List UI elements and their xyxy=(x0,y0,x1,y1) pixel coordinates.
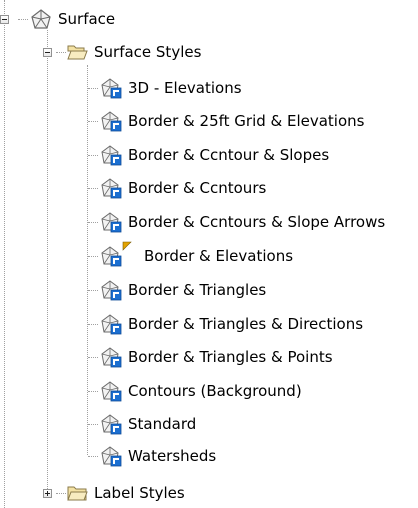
surface-icon xyxy=(30,8,52,30)
tree-connector-line xyxy=(88,324,98,325)
surface-style-icon xyxy=(100,279,122,301)
tree-item-label: Border & Triangles & Directions xyxy=(128,315,364,333)
tree-item-label: Border & Triangles & Points xyxy=(128,348,333,366)
surface-style-icon xyxy=(100,445,122,467)
tree-item-label: Border & Elevations xyxy=(144,247,294,265)
collapse-surface-button[interactable] xyxy=(0,15,9,24)
tree-node-surface[interactable]: Surface xyxy=(30,6,115,32)
tree-connector-line xyxy=(56,52,66,53)
surface-style-icon xyxy=(100,380,122,402)
surface-style-icon xyxy=(100,177,122,199)
tree-item-label: Border & 25ft Grid & Elevations xyxy=(128,112,365,130)
surface-style-icon xyxy=(100,413,122,435)
tree-connector-line xyxy=(88,188,98,189)
tree-item-label: Border & Ccntours & Slope Arrows xyxy=(128,213,386,231)
tree-item-border-contour-slopes[interactable]: Border & Ccntour & Slopes xyxy=(100,142,329,168)
tree-connector-line xyxy=(4,0,5,508)
tree-connector-line xyxy=(88,121,98,122)
tree-item-label: Border & Ccntour & Slopes xyxy=(128,146,330,164)
tree-item-label: 3D - Elevations xyxy=(128,79,242,97)
surface-style-icon xyxy=(100,211,122,233)
surface-style-icon xyxy=(100,346,122,368)
tree-connector-line xyxy=(88,391,98,392)
tree-item-border-triangles-points[interactable]: Border & Triangles & Points xyxy=(100,344,333,370)
tree-item-label: Border & Triangles xyxy=(128,281,267,299)
tree-node-surface-styles[interactable]: Surface Styles xyxy=(66,39,201,65)
tree-item-label: Border & Ccntours xyxy=(128,179,267,197)
open-folder-icon xyxy=(66,41,88,63)
tree-connector-line xyxy=(88,155,98,156)
tree-connector-line xyxy=(87,65,88,455)
tree-item-border-25ft-grid-elevations[interactable]: Border & 25ft Grid & Elevations xyxy=(100,108,364,134)
surface-style-icon xyxy=(100,313,122,335)
surface-style-icon xyxy=(100,77,122,99)
default-marker-icon xyxy=(122,241,132,251)
expand-label-styles-button[interactable] xyxy=(43,489,52,498)
collapse-surface-styles-button[interactable] xyxy=(43,48,52,57)
surface-style-icon xyxy=(100,110,122,132)
tree-item-standard[interactable]: Standard xyxy=(100,411,196,437)
tree-node-label: Surface Styles xyxy=(94,43,202,61)
tree-connector-line xyxy=(88,256,98,257)
tree-item-watersheds[interactable]: Watersheds xyxy=(100,443,216,469)
tree-connector-line xyxy=(88,222,98,223)
tree-connector-line xyxy=(88,290,98,291)
tree-connector-line xyxy=(88,424,98,425)
tree-node-label: Surface xyxy=(58,10,116,28)
prospector-tree: Surface Surface Styles 3D - Elevations B… xyxy=(0,0,418,508)
tree-item-border-contours-slope-arrows[interactable]: Border & Ccntours & Slope Arrows xyxy=(100,209,385,235)
tree-node-label-styles[interactable]: Label Styles xyxy=(66,480,185,506)
tree-item-border-elevations[interactable]: Border & Elevations xyxy=(100,241,294,269)
tree-item-contours-background[interactable]: Contours (Background) xyxy=(100,378,302,404)
surface-style-icon xyxy=(100,144,122,166)
tree-item-border-triangles[interactable]: Border & Triangles xyxy=(100,277,266,303)
tree-connector-line xyxy=(56,493,66,494)
tree-item-3d-elevations[interactable]: 3D - Elevations xyxy=(100,75,242,101)
tree-item-border-triangles-directions[interactable]: Border & Triangles & Directions xyxy=(100,311,363,337)
tree-item-label: Contours (Background) xyxy=(128,382,302,400)
tree-connector-line xyxy=(47,30,48,495)
tree-connector-line xyxy=(88,357,98,358)
tree-connector-line xyxy=(88,88,98,89)
surface-style-default-icon xyxy=(100,241,132,267)
tree-connector-line xyxy=(18,19,28,20)
tree-node-label: Label Styles xyxy=(94,484,185,502)
tree-connector-line xyxy=(88,456,98,457)
tree-item-label: Standard xyxy=(128,415,197,433)
closed-folder-icon xyxy=(66,482,88,504)
tree-item-border-contours[interactable]: Border & Ccntours xyxy=(100,175,266,201)
tree-item-label: Watersheds xyxy=(128,447,217,465)
